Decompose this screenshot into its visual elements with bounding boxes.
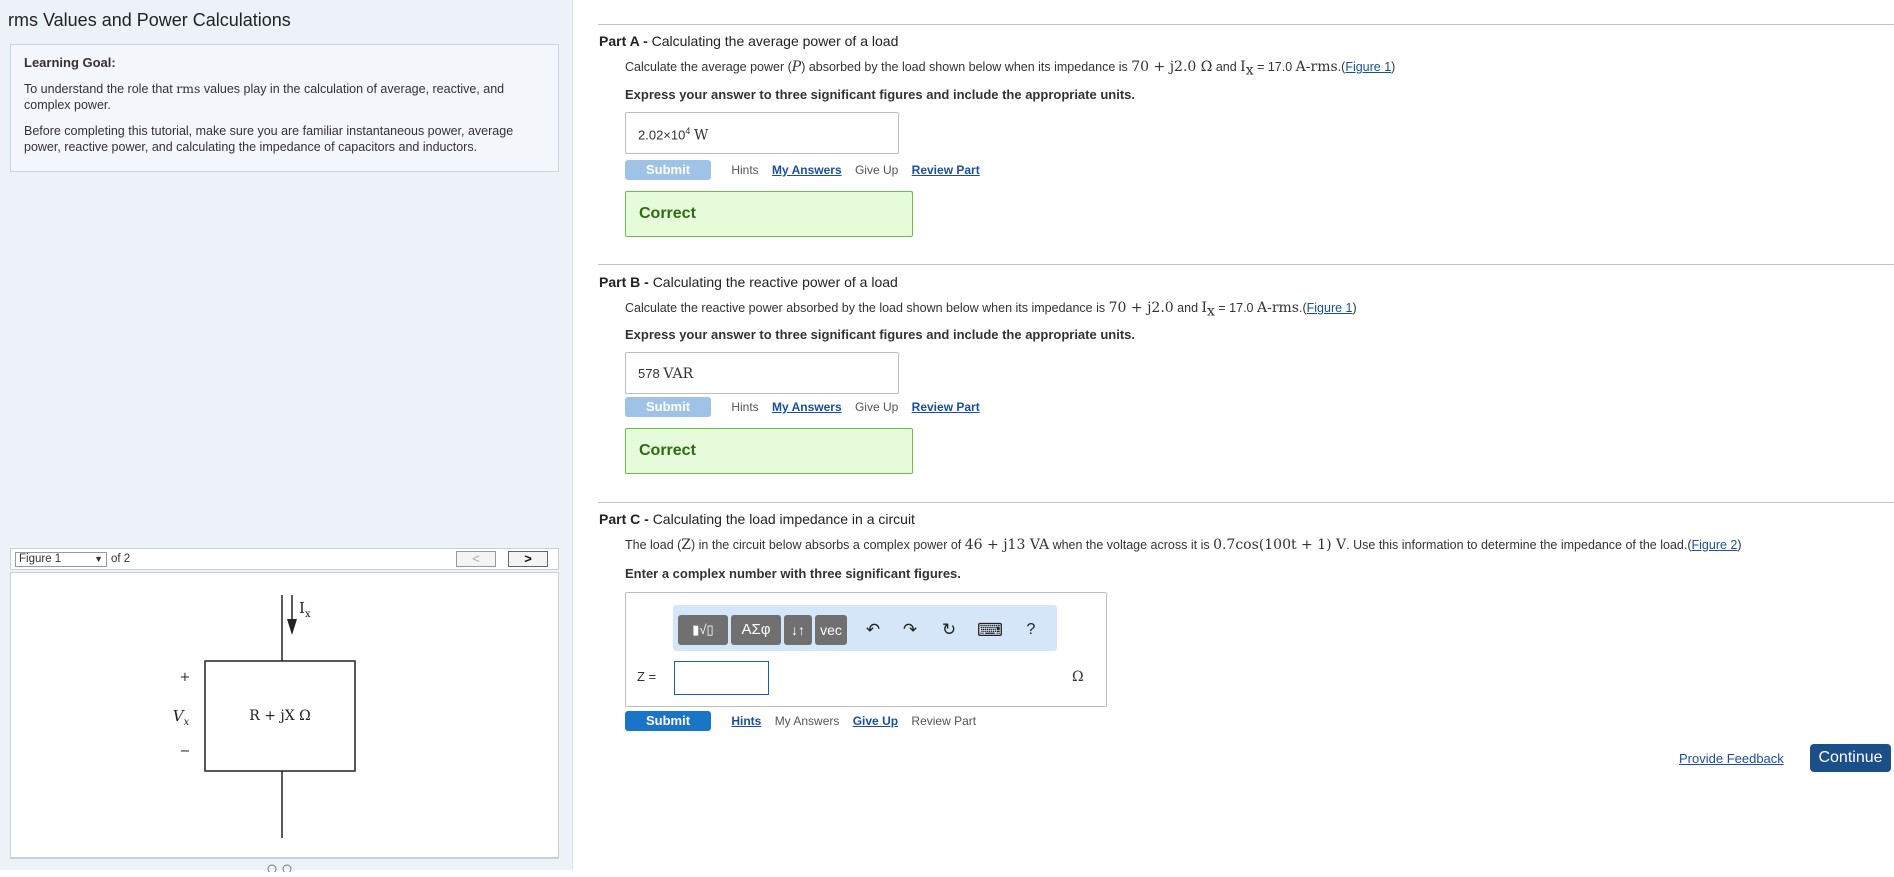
figure-count: of 2 <box>111 553 131 565</box>
current-arrow-head <box>287 619 297 635</box>
z-input[interactable] <box>674 661 769 695</box>
pager-dot-1 <box>267 864 277 874</box>
math-editor: ▮√▯ ΑΣφ ↓↑ vec ↶ ↷ ↻ ⌨ ? Z = Ω <box>625 592 1107 707</box>
page-title: rms Values and Power Calculations <box>8 10 291 30</box>
templates-button[interactable]: ▮√▯ <box>678 615 728 645</box>
part-a-submit-button[interactable]: Submit <box>625 160 711 180</box>
part-b-give-up: Give Up <box>854 400 899 414</box>
part-c-instruction: Enter a complex number with three signif… <box>625 566 961 581</box>
part-c-hints-link[interactable]: Hints <box>731 714 761 728</box>
part-c-give-up-link[interactable]: Give Up <box>853 714 898 728</box>
pager-dot-2 <box>282 864 292 874</box>
part-b-correct-banner: Correct <box>625 428 913 474</box>
learning-goal-prereq: Before completing this tutorial, make su… <box>24 124 514 154</box>
load-impedance-label: R + jX Ω <box>249 708 311 724</box>
figure-pager <box>10 858 559 874</box>
circuit-diagram: Ix R + jX Ω + Vx − <box>173 595 356 838</box>
part-a-review-part-link[interactable]: Review Part <box>912 163 980 177</box>
provide-feedback-link[interactable]: Provide Feedback <box>1679 751 1784 766</box>
part-b-review-part-link[interactable]: Review Part <box>912 400 980 414</box>
help-icon[interactable]: ? <box>1017 615 1045 645</box>
part-b-question: Calculate the reactive power absorbed by… <box>625 300 1357 320</box>
prev-figure-button[interactable]: < <box>456 551 496 567</box>
keyboard-icon[interactable]: ⌨ <box>976 615 1004 645</box>
part-b-my-answers-link[interactable]: My Answers <box>772 400 842 414</box>
learning-goal-text: To understand the role that rms values p… <box>24 81 505 112</box>
part-c-question: The load (Z) in the circuit below absorb… <box>625 537 1742 553</box>
part-b-submit-button[interactable]: Submit <box>625 397 711 417</box>
main-content: Part A - Calculating the average power o… <box>574 0 1894 870</box>
minus-sign: − <box>180 744 191 759</box>
figure-select[interactable]: Figure 1 ▼ <box>15 552 107 567</box>
figure-panel: Ix R + jX Ω + Vx − <box>10 572 559 858</box>
undo-icon[interactable]: ↶ <box>859 615 887 645</box>
part-a-divider <box>598 24 1894 25</box>
part-b-answer-field[interactable]: 578 VAR <box>625 352 899 394</box>
part-c-title: Part C - Calculating the load impedance … <box>599 511 915 527</box>
part-a-correct-banner: Correct <box>625 191 913 237</box>
voltage-label: Vx <box>173 707 190 728</box>
part-a-actions: Submit Hints My Answers Give Up Review P… <box>625 160 980 180</box>
dropdown-arrow-icon: ▼ <box>94 554 103 564</box>
part-b-actions: Submit Hints My Answers Give Up Review P… <box>625 397 980 417</box>
part-b-title: Part B - Calculating the reactive power … <box>599 274 898 290</box>
part-a-question: Calculate the average power (P) absorbed… <box>625 59 1396 79</box>
continue-button[interactable]: Continue <box>1810 744 1891 772</box>
part-b-divider <box>598 264 1894 265</box>
left-panel: rms Values and Power Calculations Learni… <box>0 0 573 874</box>
part-c-my-answers: My Answers <box>774 714 840 728</box>
sub-superscript-button[interactable]: ↓↑ <box>784 615 812 645</box>
figure-1-link[interactable]: Figure 1 <box>1345 60 1391 74</box>
plus-sign: + <box>180 670 191 685</box>
part-a-give-up: Give Up <box>854 163 899 177</box>
figure-nav-bar: Figure 1 ▼ of 2 < > <box>10 548 559 570</box>
part-a-my-answers-link[interactable]: My Answers <box>772 163 842 177</box>
next-figure-button[interactable]: > <box>508 551 548 567</box>
part-c-divider <box>598 502 1894 503</box>
current-label: Ix <box>299 599 311 620</box>
part-c-submit-button[interactable]: Submit <box>625 711 711 731</box>
part-c-review-part: Review Part <box>911 714 977 728</box>
learning-goal-heading: Learning Goal: <box>24 55 116 70</box>
part-c-actions: Submit Hints My Answers Give Up Review P… <box>625 711 976 731</box>
vector-button[interactable]: vec <box>815 615 847 645</box>
figure-1-link[interactable]: Figure 1 <box>1307 301 1353 315</box>
part-a-title: Part A - Calculating the average power o… <box>599 33 899 49</box>
greek-symbols-button[interactable]: ΑΣφ <box>731 615 781 645</box>
part-a-instruction: Express your answer to three significant… <box>625 87 1135 102</box>
ohm-unit: Ω <box>1072 669 1084 685</box>
redo-icon[interactable]: ↷ <box>896 615 924 645</box>
reset-icon[interactable]: ↻ <box>935 615 963 645</box>
part-a-answer-field[interactable]: 2.02×104 W <box>625 112 899 154</box>
part-b-hints: Hints <box>731 400 759 414</box>
learning-goal: Learning Goal: To understand the role th… <box>10 44 559 172</box>
part-a-hints: Hints <box>731 163 759 177</box>
part-b-instruction: Express your answer to three significant… <box>625 327 1135 342</box>
z-label: Z = <box>637 669 657 684</box>
math-toolbar: ▮√▯ ΑΣφ ↓↑ vec ↶ ↷ ↻ ⌨ ? <box>673 605 1057 651</box>
figure-2-link[interactable]: Figure 2 <box>1692 538 1738 552</box>
